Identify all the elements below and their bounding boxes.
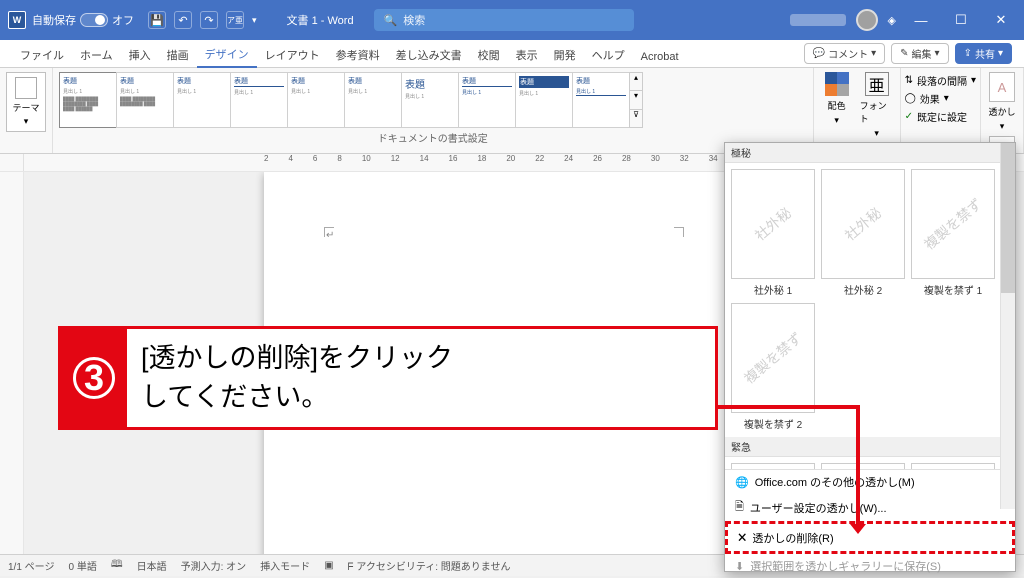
set-default-button[interactable]: ✓ 既定に設定 — [903, 108, 978, 125]
fonts-icon: 亜 — [865, 72, 889, 96]
watermark-menu: 🌐Office.com のその他の透かし(M)› 🗎ユーザー設定の透かし(W).… — [725, 469, 1015, 578]
tab-design[interactable]: デザイン — [197, 42, 257, 68]
vertical-ruler[interactable] — [0, 172, 24, 560]
autosave-pill[interactable] — [80, 13, 108, 27]
callout-number: 3 — [73, 357, 115, 399]
arrow-icon — [850, 524, 866, 534]
tab-home[interactable]: ホーム — [72, 43, 121, 67]
gallery-down-icon[interactable]: ▾ — [630, 90, 642, 108]
tab-references[interactable]: 参考資料 — [328, 43, 388, 67]
search-placeholder: 検索 — [403, 12, 425, 28]
themes-icon — [15, 77, 37, 99]
fonts-button[interactable]: 亜フォント▾ — [860, 72, 894, 132]
page-count[interactable]: 1/1 ページ — [8, 558, 54, 573]
watermark-option[interactable]: 社外秘社外秘 2 — [821, 169, 905, 297]
save-button[interactable]: 💾 — [148, 11, 166, 29]
effects-button[interactable]: ◯ 効果 ▾ — [903, 90, 978, 107]
tab-developer[interactable]: 開発 — [546, 43, 584, 67]
tab-draw[interactable]: 描画 — [159, 43, 197, 67]
watermark-option[interactable]: 緊急 — [731, 463, 815, 469]
tab-help[interactable]: ヘルプ — [584, 43, 633, 67]
gallery-up-icon[interactable]: ▴ — [630, 73, 642, 90]
autosave-state: オフ — [112, 12, 134, 28]
redo-button[interactable]: ↷ — [200, 11, 218, 29]
document-title: 文書 1 - Word — [287, 12, 354, 28]
formatting-options-group: ⇅ 段落の間隔 ▾ ◯ 効果 ▾ ✓ 既定に設定 — [901, 68, 981, 153]
minimize-button[interactable]: ― — [906, 5, 936, 35]
page-background-group: A透かし▾ ページの色▾ ページ罫線 — [981, 68, 1024, 153]
text-format-icon[interactable]: 🕮 — [111, 557, 123, 574]
custom-watermark-item[interactable]: 🗎ユーザー設定の透かし(W)... — [725, 494, 1015, 521]
section-confidential: 極秘 — [725, 143, 1015, 163]
macro-icon[interactable]: ▣ — [324, 560, 333, 571]
search-icon: 🔍 — [384, 14, 398, 27]
gallery-label: ドキュメントの書式設定 — [59, 128, 807, 145]
save-icon: ⬇ — [735, 560, 744, 573]
themes-group: テーマ▾ — [0, 68, 53, 153]
watermark-option[interactable]: 緊急 — [821, 463, 905, 469]
word-count[interactable]: 0 単語 — [68, 558, 96, 573]
globe-icon: 🌐 — [735, 476, 749, 489]
autosave-label: 自動保存 — [32, 12, 76, 28]
diamond-icon[interactable]: ◈ — [888, 14, 896, 27]
insert-mode-status[interactable]: 挿入モード — [260, 558, 310, 573]
undo-button[interactable]: ↶ — [174, 11, 192, 29]
instruction-callout: 3 [透かしの削除]をクリック してください。 — [58, 326, 718, 430]
maximize-button[interactable]: ☐ — [946, 5, 976, 35]
watermark-icon: A — [989, 72, 1015, 102]
remove-icon: 🗙 — [738, 528, 746, 547]
tab-review[interactable]: 校閲 — [470, 43, 508, 67]
predict-status[interactable]: 予測入力: オン — [181, 558, 247, 573]
paragraph-spacing-button[interactable]: ⇅ 段落の間隔 ▾ — [903, 72, 978, 89]
tab-layout[interactable]: レイアウト — [257, 43, 328, 67]
qat-more[interactable]: ア亜 — [226, 11, 244, 29]
callout-text: [透かしの削除]をクリック してください。 — [127, 329, 715, 427]
share-button[interactable]: ⇪ 共有 ▾ — [955, 43, 1012, 64]
comments-button[interactable]: 💬 コメント ▾ — [804, 43, 885, 64]
watermark-gallery-dropdown: 極秘 社外秘社外秘 1社外秘社外秘 2複製を禁ず複製を禁ず 1 複製を禁ず複製を禁… — [724, 142, 1016, 572]
watermark-option[interactable]: 至急 — [911, 463, 995, 469]
themes-button[interactable]: テーマ▾ — [6, 72, 46, 132]
document-formatting-group: 表題見出し 1████ ████████████████ ████████ ██… — [53, 68, 814, 153]
ribbon-tabs: ファイル ホーム 挿入 描画 デザイン レイアウト 参考資料 差し込み文書 校閲… — [0, 40, 1024, 68]
accessibility-status[interactable]: ᖴ アクセシビリティ: 問題ありません — [348, 558, 511, 573]
watermark-option[interactable]: 社外秘社外秘 1 — [731, 169, 815, 297]
autosave-toggle[interactable]: 自動保存 オフ — [32, 12, 134, 28]
dropdown-scrollbar[interactable] — [1000, 143, 1015, 509]
page-icon: 🗎 — [735, 498, 744, 517]
title-bar: W 自動保存 オフ 💾 ↶ ↷ ア亜 ▾ 文書 1 - Word 🔍 検索 ◈ … — [0, 0, 1024, 40]
style-gallery[interactable]: 表題見出し 1████ ████████████████ ████████ ██… — [59, 72, 807, 128]
save-watermark-item[interactable]: ⬇選択範囲を透かしギャラリーに保存(S) — [725, 554, 1015, 578]
connector-line — [718, 405, 858, 409]
tab-insert[interactable]: 挿入 — [121, 43, 159, 67]
section-urgent: 緊急 — [725, 437, 1015, 457]
account-avatar[interactable] — [856, 9, 878, 31]
account-name — [790, 14, 846, 26]
gallery-more-icon[interactable]: ⊽ — [630, 109, 642, 127]
watermark-button[interactable]: A透かし▾ — [985, 72, 1019, 132]
watermark-option[interactable]: 複製を禁ず複製を禁ず 2 — [731, 303, 815, 431]
language-status[interactable]: 日本語 — [137, 558, 167, 573]
tab-view[interactable]: 表示 — [508, 43, 546, 67]
watermark-option[interactable]: 複製を禁ず複製を禁ず 1 — [911, 169, 995, 297]
tab-acrobat[interactable]: Acrobat — [633, 47, 687, 67]
editing-mode-button[interactable]: ✎ 編集 ▾ — [891, 43, 948, 64]
remove-watermark-item[interactable]: 🗙透かしの削除(R) — [725, 521, 1015, 554]
colors-fonts-group: 配色▾ 亜フォント▾ — [814, 68, 901, 153]
tab-mailings[interactable]: 差し込み文書 — [388, 43, 470, 67]
connector-line — [856, 405, 860, 527]
colors-button[interactable]: 配色▾ — [820, 72, 854, 132]
search-box[interactable]: 🔍 検索 — [374, 9, 634, 31]
more-watermarks-item[interactable]: 🌐Office.com のその他の透かし(M)› — [725, 470, 1015, 494]
colors-icon — [825, 72, 849, 96]
word-app-icon: W — [8, 11, 26, 29]
close-button[interactable]: ✕ — [986, 5, 1016, 35]
tab-file[interactable]: ファイル — [12, 43, 72, 67]
